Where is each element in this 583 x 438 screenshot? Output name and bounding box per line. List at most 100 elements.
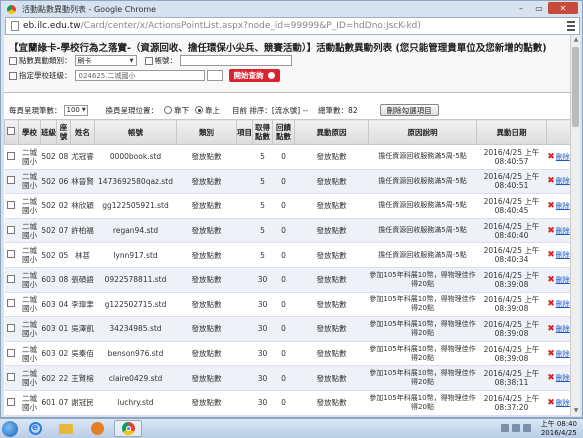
cell-item [236,292,253,318]
class-input[interactable] [206,70,223,81]
cell-points-feedback: 0 [272,292,295,318]
delete-selected-button[interactable]: 刪除勾選項目 [379,104,439,116]
row-checkbox[interactable] [6,274,15,283]
row-checkbox[interactable] [6,299,15,308]
row-checkbox[interactable] [6,200,15,209]
row-checkbox[interactable] [6,323,15,332]
delete-link[interactable]: 刪除 [556,399,570,407]
taskbar-media[interactable] [83,420,111,437]
header-name[interactable]: 姓名 [70,119,95,145]
cell-seat: 06 [56,169,71,195]
cell-name: 張碩語 [70,267,95,293]
header-class[interactable]: 班級 [40,119,57,145]
scroll-up-icon[interactable]: ▲ [571,35,581,45]
cell-reason-detail: 參加105年科展10幣，得物理佳作得20點 [368,316,477,342]
taskbar-explorer[interactable] [52,420,80,437]
flag-icon[interactable] [501,424,509,432]
select-all-checkbox[interactable] [6,127,15,135]
cell-account: regan94.std [94,218,177,244]
delete-icon[interactable]: ✖ [547,226,555,236]
window-controls: – ▭ ✕ [512,2,578,14]
header-reason[interactable]: 異動原因 [294,119,369,145]
row-select-cell [4,267,19,293]
delete-link[interactable]: 刪除 [556,350,570,358]
delete-icon[interactable]: ✖ [547,299,555,309]
delete-icon[interactable]: ✖ [547,398,555,408]
clock[interactable]: 上午 08:40 2016/4/25 [541,420,577,438]
header-select-all[interactable] [4,119,19,145]
minimize-button[interactable]: – [512,2,530,14]
cell-school: 二城國小 [18,242,41,268]
cell-reason: 發放點數 [294,316,369,342]
row-actions: ✖刪除 [546,267,570,293]
delete-link[interactable]: 刪除 [556,177,570,185]
delete-link[interactable]: 刪除 [556,227,570,235]
order-up-radio[interactable] [195,106,203,114]
address-bar[interactable]: eb.ilc.edu.tw/Card/center/x/ActionsPoint… [5,17,580,35]
header-points-feedback[interactable]: 回饋點數 [272,119,295,145]
delete-icon[interactable]: ✖ [547,349,555,359]
cell-date: 2016/4/25 上午08:39:08 [476,341,547,367]
account-filter-checkbox[interactable] [144,56,153,65]
account-input[interactable] [180,55,292,66]
delete-icon[interactable]: ✖ [547,201,555,211]
cell-seat: 01 [56,316,71,342]
delete-link[interactable]: 刪除 [556,374,570,382]
school-input[interactable]: 024625.二城國小 [74,70,205,81]
row-select-cell [4,144,19,170]
row-checkbox[interactable] [6,373,15,382]
row-checkbox[interactable] [6,151,15,160]
order-down-radio[interactable] [164,106,172,114]
table-header-row: 學校 班級 座號 姓名 帳號 類別 項目 取得點數 回饋點數 異動原因 原因說明… [4,119,570,145]
row-checkbox[interactable] [6,348,15,357]
row-select-cell [4,292,19,318]
delete-icon[interactable]: ✖ [547,373,555,383]
row-checkbox[interactable] [6,250,15,259]
delete-link[interactable]: 刪除 [556,251,570,259]
window-title: 活動點數異動列表 - Google Chrome [22,4,157,14]
delete-icon[interactable]: ✖ [547,152,555,162]
delete-icon[interactable]: ✖ [547,250,555,260]
school-filter-checkbox[interactable] [9,71,17,80]
cell-item [236,242,253,268]
header-item[interactable]: 項目 [236,119,253,145]
scroll-down-icon[interactable]: ▼ [571,406,581,416]
delete-link[interactable]: 刪除 [556,153,570,161]
header-date[interactable]: 異動日期 [476,119,547,145]
header-points-earned[interactable]: 取得點數 [252,119,273,145]
header-school[interactable]: 學校 [18,119,41,145]
taskbar-ie[interactable]: e [21,420,49,437]
type-filter-checkbox[interactable] [9,56,17,65]
header-seat[interactable]: 座號 [56,119,71,145]
delete-icon[interactable]: ✖ [547,324,555,334]
maximize-button[interactable]: ▭ [530,2,548,14]
cell-reason-detail: 參加105年科展10幣，得物理佳作得20點 [368,365,477,391]
header-category[interactable]: 類別 [176,119,237,145]
vertical-scrollbar[interactable]: ▲ ▼ [570,35,580,416]
delete-icon[interactable]: ✖ [547,275,555,285]
row-checkbox[interactable] [6,176,15,185]
menu-icon[interactable] [567,21,575,31]
header-reason-detail[interactable]: 原因說明 [368,119,477,145]
start-button[interactable] [2,420,18,437]
row-checkbox[interactable] [6,397,15,406]
delete-link[interactable]: 刪除 [556,325,570,333]
delete-link[interactable]: 刪除 [556,276,570,284]
delete-link[interactable]: 刪除 [556,202,570,210]
delete-icon[interactable]: ✖ [547,176,555,186]
volume-icon[interactable] [523,424,531,432]
page-size-select[interactable]: 100 ▼ [63,104,88,116]
network-icon[interactable] [512,424,520,432]
header-account[interactable]: 帳號 [94,119,177,145]
cell-category: 發放點數 [176,267,237,293]
taskbar-chrome[interactable] [114,420,142,437]
url-text[interactable]: eb.ilc.edu.tw/Card/center/x/ActionsPoint… [23,21,421,31]
title-bar: 活動點數異動列表 - Google Chrome – ▭ ✕ [1,1,582,17]
cell-account: 34234985.std [94,316,177,342]
type-select[interactable]: 刷卡 ▼ [74,55,137,66]
row-checkbox[interactable] [6,225,15,234]
scrollbar-thumb[interactable] [572,47,579,127]
search-button[interactable]: 開始查詢 [228,69,280,82]
close-button[interactable]: ✕ [548,2,578,14]
delete-link[interactable]: 刪除 [556,300,570,308]
